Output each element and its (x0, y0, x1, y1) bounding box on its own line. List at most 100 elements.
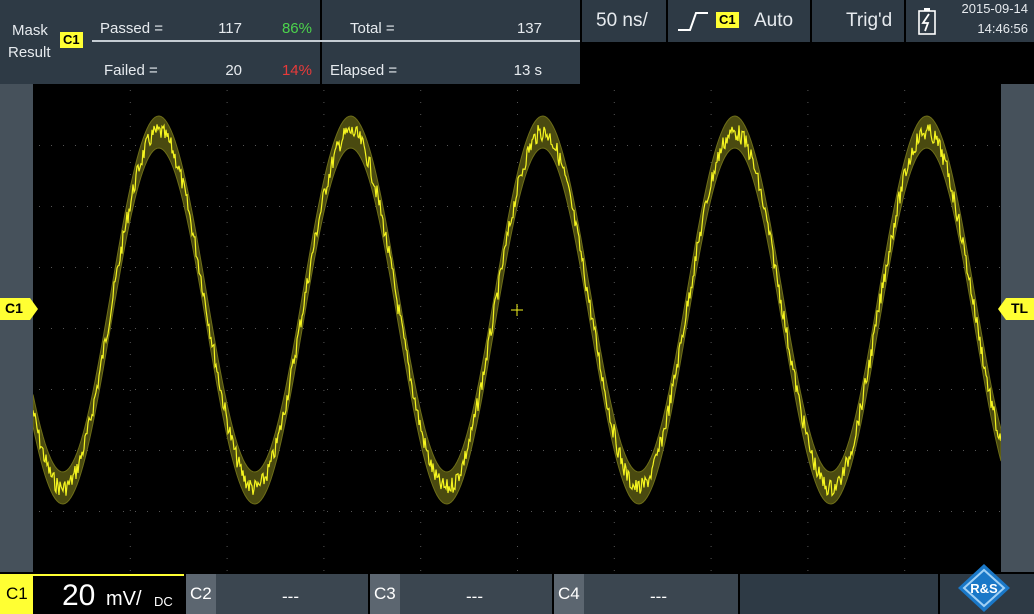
grid-dot (459, 328, 460, 329)
grid-dot (87, 389, 88, 390)
grid-dot (927, 267, 928, 268)
grid-dot (999, 267, 1000, 268)
grid-dot (903, 328, 904, 329)
timebase-button[interactable]: 50 ns/ (582, 0, 666, 42)
grid-dot (459, 450, 460, 451)
grid-dot (903, 389, 904, 390)
grid-dot (111, 450, 112, 451)
grid-dot (710, 486, 712, 487)
grid-dot (123, 389, 124, 390)
grid-dot (291, 206, 292, 207)
grid-dot (420, 546, 422, 547)
grid-dot (323, 294, 325, 295)
grid-dot (735, 328, 736, 329)
grid-dot (135, 145, 136, 146)
grid-dot (471, 267, 472, 268)
grid-dot (759, 511, 760, 512)
grid-dot (39, 511, 40, 512)
grid-dot (129, 282, 131, 283)
grid-dot (323, 570, 325, 571)
rs-logo-text: R&S (970, 581, 998, 596)
grid-dot (735, 267, 736, 268)
grid-dot (723, 328, 724, 329)
grid-dot (710, 270, 712, 271)
grid-dot (807, 522, 809, 523)
grid-dot (819, 450, 820, 451)
grid-dot (303, 511, 304, 512)
grid-dot (904, 270, 906, 271)
grid-dot (915, 206, 916, 207)
grid-dot (129, 126, 131, 127)
mask-result-panel[interactable]: Mask Result C1 Passed = 117 86% Failed =… (0, 0, 580, 84)
grid-dot (279, 328, 280, 329)
grid-dot (613, 534, 615, 535)
grid-dot (129, 570, 131, 571)
grid-dot (171, 511, 172, 512)
trigger-status: Trig'd (812, 0, 904, 42)
grid-dot (807, 186, 809, 187)
grid-dot (531, 206, 532, 207)
grid-dot (327, 206, 328, 207)
grid-dot (987, 450, 988, 451)
grid-dot (51, 511, 52, 512)
channel-c2-button[interactable]: C2 --- (186, 574, 368, 614)
grid-dot (303, 145, 304, 146)
grid-dot (517, 318, 518, 319)
grid-dot (99, 328, 100, 329)
waveform-display[interactable] (32, 84, 1002, 572)
channel-c1-button[interactable]: C1 20 mV/ DC (0, 574, 184, 614)
grid-dot (819, 145, 820, 146)
grid-dot (255, 450, 256, 451)
grid-dot (735, 450, 736, 451)
grid-dot (375, 450, 376, 451)
grid-dot (351, 328, 352, 329)
grid-dot (129, 330, 131, 331)
grid-dot (255, 206, 256, 207)
grid-dot (975, 206, 976, 207)
grid-dot (517, 114, 518, 115)
c3-badge: C3 (370, 574, 400, 614)
grid-dot (323, 366, 325, 367)
trigger-level-marker[interactable]: TL (998, 298, 1034, 320)
grid-dot (927, 389, 928, 390)
grid-dot (231, 206, 232, 207)
grid-dot (627, 450, 628, 451)
grid-dot (879, 206, 880, 207)
grid-dot (613, 342, 615, 343)
grid-dot (759, 145, 760, 146)
grid-dot (420, 102, 422, 103)
channel-offset-marker[interactable]: C1 (0, 298, 38, 320)
grid-dot (129, 522, 131, 523)
grid-dot (710, 354, 712, 355)
grid-dot (517, 546, 518, 547)
grid-dot (651, 145, 652, 146)
grid-dot (255, 328, 256, 329)
grid-dot (531, 450, 532, 451)
grid-dot (710, 342, 712, 343)
channel-c3-button[interactable]: C3 --- (370, 574, 552, 614)
grid-dot (613, 246, 615, 247)
grid-dot (323, 438, 325, 439)
grid-dot (75, 145, 76, 146)
grid-dot (111, 511, 112, 512)
grid-dot (423, 267, 424, 268)
grid-dot (687, 511, 688, 512)
grid-dot (904, 546, 906, 547)
trigger-button[interactable]: C1 Auto (668, 0, 810, 42)
grid-dot (99, 267, 100, 268)
grid-dot (226, 366, 228, 367)
grid-dot (39, 145, 40, 146)
grid-dot (710, 534, 712, 535)
grid-dot (219, 450, 220, 451)
grid-dot (226, 558, 228, 559)
grid-dot (555, 206, 556, 207)
grid-dot (399, 389, 400, 390)
grid-dot (613, 186, 615, 187)
grid-dot (420, 390, 422, 391)
channel-c4-button[interactable]: C4 --- (554, 574, 738, 614)
grid-dot (399, 267, 400, 268)
mask-result-title-cell: Mask Result C1 (0, 0, 92, 84)
grid-dot (807, 342, 809, 343)
grid-dot (99, 145, 100, 146)
grid-dot (411, 267, 412, 268)
